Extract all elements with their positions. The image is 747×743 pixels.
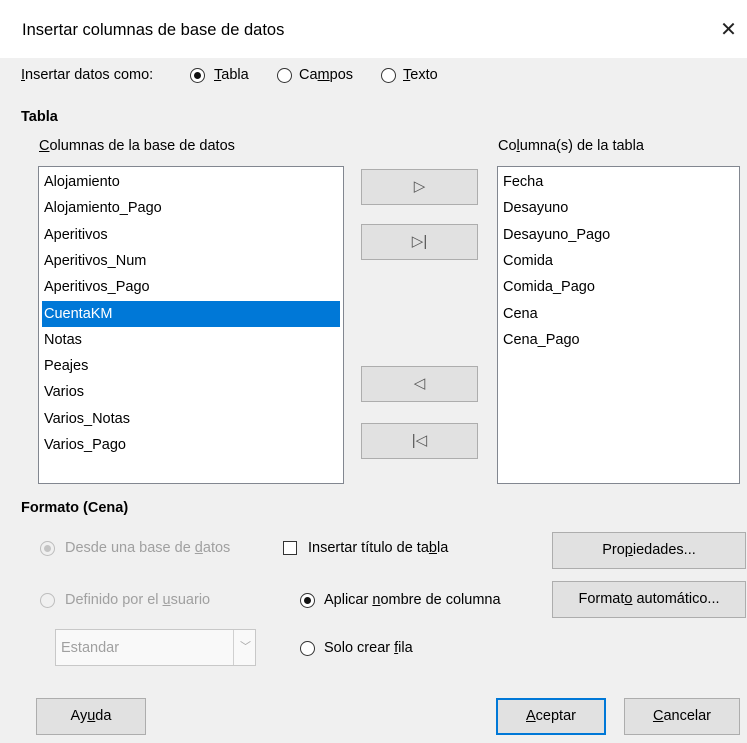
- radio-indicator: [300, 641, 315, 656]
- list-item[interactable]: Desayuno_Pago: [501, 222, 736, 248]
- add-all-columns-button[interactable]: ▷|: [361, 224, 478, 260]
- remove-column-button[interactable]: ◁: [361, 366, 478, 402]
- insert-title-checkbox[interactable]: Insertar título de tabla: [283, 540, 483, 560]
- list-item[interactable]: Fecha: [501, 169, 736, 195]
- list-item[interactable]: Aperitivos_Num: [42, 248, 340, 274]
- insert-title-label: Insertar título de tabla: [308, 540, 449, 556]
- remove-all-columns-button[interactable]: |◁: [361, 423, 478, 459]
- insert-as-text-radio[interactable]: Texto: [381, 67, 451, 87]
- user-defined-label: Definido por el usuario: [65, 592, 211, 608]
- radio-indicator: [300, 593, 315, 608]
- from-db-radio: Desde una base de datos: [40, 540, 270, 560]
- chevron-down-icon: ﹀: [233, 630, 257, 665]
- list-item[interactable]: Comida: [501, 248, 736, 274]
- list-item[interactable]: Alojamiento: [42, 169, 340, 195]
- radio-label-campos: Campos: [299, 67, 354, 83]
- insert-as-table-radio[interactable]: Tabla: [190, 67, 280, 87]
- radio-label-tabla: Tabla: [214, 67, 249, 83]
- list-item[interactable]: Varios_Notas: [42, 406, 340, 432]
- list-item[interactable]: Aperitivos: [42, 222, 340, 248]
- cancel-button[interactable]: Cancelar: [624, 698, 740, 735]
- apply-column-name-radio[interactable]: Aplicar nombre de columna: [300, 592, 540, 612]
- radio-indicator: [40, 541, 55, 556]
- list-item[interactable]: Peajes: [42, 353, 340, 379]
- radio-indicator: [381, 68, 396, 83]
- apply-column-name-label: Aplicar nombre de columna: [324, 592, 501, 608]
- table-columns-list[interactable]: Fecha Desayuno Desayuno_Pago Comida Comida_P…: [497, 166, 740, 484]
- checkbox-indicator: [283, 541, 297, 555]
- list-item[interactable]: Varios: [42, 379, 340, 405]
- list-item[interactable]: Desayuno: [501, 195, 736, 221]
- db-columns-list[interactable]: Alojamiento Alojamiento_Pago Aperitivos Ape…: [38, 166, 344, 484]
- db-columns-label: Columnas de la base de datos: [39, 138, 235, 154]
- close-icon[interactable]: ✕: [710, 14, 747, 46]
- format-combo: Estandar ﹀: [55, 629, 256, 666]
- radio-indicator: [190, 68, 205, 83]
- list-item[interactable]: CuentaKM: [42, 300, 340, 327]
- list-item[interactable]: Alojamiento_Pago: [42, 195, 340, 221]
- only-row-radio[interactable]: Solo crear fila: [300, 640, 440, 660]
- help-button[interactable]: Ayuda: [36, 698, 146, 735]
- list-item[interactable]: Varios_Pago: [42, 432, 340, 458]
- radio-indicator: [277, 68, 292, 83]
- format-combo-value: Estandar: [61, 640, 120, 656]
- radio-indicator: [40, 593, 55, 608]
- insert-as-fields-radio[interactable]: Campos: [277, 67, 367, 87]
- list-item[interactable]: Cena: [501, 301, 736, 327]
- user-defined-radio: Definido por el usuario: [40, 592, 270, 612]
- list-item[interactable]: Comida_Pago: [501, 274, 736, 300]
- insert-as-label: Insertar datos como:: [21, 67, 154, 83]
- list-item[interactable]: Cena_Pago: [501, 327, 736, 353]
- list-item[interactable]: Notas: [42, 327, 340, 353]
- radio-label-texto: Texto: [403, 67, 438, 83]
- add-column-button[interactable]: ▷: [361, 169, 478, 205]
- table-columns-label: Columna(s) de la tabla: [498, 138, 644, 154]
- title-bar: Insertar columnas de base de datos ✕: [0, 0, 747, 58]
- ok-button[interactable]: Aceptar: [496, 698, 606, 735]
- autoformat-button[interactable]: Formato automático...: [552, 581, 746, 618]
- format-section-title: Formato (Cena): [21, 500, 129, 516]
- from-db-label: Desde una base de datos: [65, 540, 231, 556]
- list-item[interactable]: Aperitivos_Pago: [42, 274, 340, 300]
- only-row-label: Solo crear fila: [324, 640, 413, 656]
- table-section-title: Tabla: [21, 109, 58, 125]
- window-title: Insertar columnas de base de datos: [22, 21, 285, 39]
- properties-button[interactable]: Propiedades...: [552, 532, 746, 569]
